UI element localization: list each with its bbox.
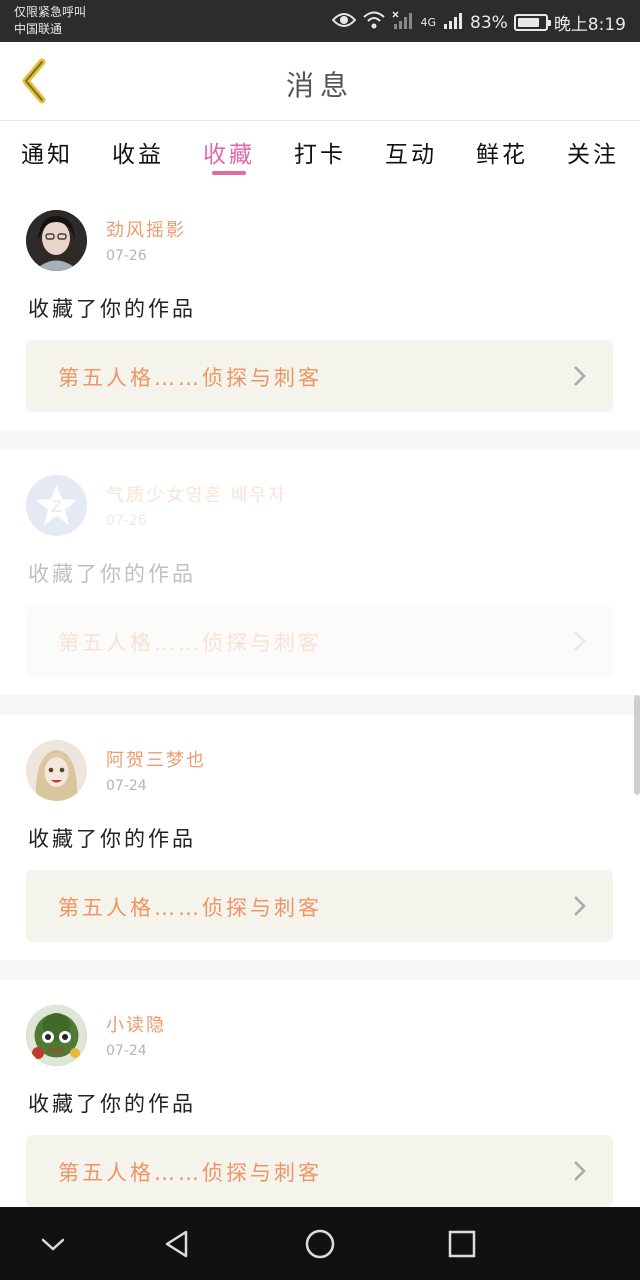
list-item: 阿贺三梦也 07-24 收藏了你的作品 第五人格……侦探与刺客 [0,715,640,960]
action-text: 收藏了你的作品 [28,1092,196,1116]
emergency-text: 仅限紧急呼叫 [14,5,87,19]
tab-interaction[interactable]: 互动 [376,121,446,185]
carrier-info: 仅限紧急呼叫 中国联通 [14,4,86,38]
action-text: 收藏了你的作品 [28,827,196,851]
app-header: 消息 [0,42,640,120]
favorites-list: 劲风摇影 07-26 收藏了你的作品 第五人格……侦探与刺客 Z 气质少女영혼 … [0,185,640,1225]
battery-icon [513,14,551,31]
work-card[interactable]: 第五人格……侦探与刺客 [26,870,613,942]
work-title: 第五人格……侦探与刺客 [58,1161,322,1185]
wifi-icon [362,11,386,34]
avatar[interactable] [26,210,87,271]
circle-home-icon [305,1229,335,1259]
work-card[interactable]: 第五人格……侦探与刺客 [26,1135,613,1207]
work-card[interactable]: 第五人格……侦探与刺客 [26,340,613,412]
separator [0,960,640,980]
triangle-back-icon [165,1230,188,1258]
work-title: 第五人格……侦探与刺客 [58,631,322,655]
chevron-down-icon [41,1238,65,1251]
avatar[interactable] [26,740,87,801]
action-text: 收藏了你的作品 [28,562,196,586]
chevron-right-icon [574,1161,586,1181]
network-type: 4G [420,16,437,29]
work-title: 第五人格……侦探与刺客 [58,896,322,920]
status-bar: 仅限紧急呼叫 中国联通 4G 83% 晚上8:19 [0,0,640,42]
date: 07-26 [106,248,147,264]
tab-favorites[interactable]: 收藏 [194,121,264,185]
username[interactable]: 劲风摇影 [106,216,186,242]
work-card[interactable]: 第五人格……侦探与刺客 [26,605,613,677]
square-recents-icon [448,1230,476,1258]
chevron-right-icon [574,366,586,386]
clock: 晚上8:19 [553,15,626,35]
list-item: Z 气质少女영혼 배우자 07-26 收藏了你的作品 第五人格……侦探与刺客 [0,450,640,695]
nav-back-button[interactable] [160,1227,194,1261]
page-title: 消息 [285,69,354,102]
tab-following[interactable]: 关注 [558,121,628,185]
tab-earnings[interactable]: 收益 [103,121,173,185]
tab-notifications[interactable]: 通知 [12,121,82,185]
list-item: 劲风摇影 07-26 收藏了你的作品 第五人格……侦探与刺客 [0,185,640,430]
separator [0,430,640,450]
username[interactable]: 阿贺三梦也 [106,746,206,772]
date: 07-24 [106,1043,147,1059]
svg-text:Z: Z [51,497,62,516]
date: 07-24 [106,778,147,794]
separator [0,695,640,715]
tab-checkin[interactable]: 打卡 [285,121,355,185]
signal-icon [442,11,464,34]
chevron-right-icon [574,631,586,651]
scrollbar[interactable] [634,695,640,795]
system-nav-bar [0,1207,640,1280]
collapse-button[interactable] [36,1227,70,1261]
list-item: 小读隐 07-24 收藏了你的作品 第五人格……侦探与刺客 [0,980,640,1225]
action-text: 收藏了你的作品 [28,297,196,321]
username[interactable]: 小读隐 [106,1011,166,1037]
work-title: 第五人格……侦探与刺客 [58,366,322,390]
avatar[interactable] [26,1005,87,1066]
carrier-name: 中国联通 [14,22,63,36]
battery-percent: 83% [470,12,508,33]
eye-icon [332,12,357,33]
status-icons: 4G 83% 晚上8:19 [332,10,626,35]
date: 07-26 [106,513,147,529]
avatar[interactable]: Z [26,475,87,536]
tab-bar: 通知 收益 收藏 打卡 互动 鲜花 关注 [0,121,640,185]
tab-flowers[interactable]: 鲜花 [467,121,537,185]
username[interactable]: 气质少女영혼 배우자 [106,481,287,507]
home-button[interactable] [303,1227,337,1261]
no-signal-icon [392,11,414,34]
chevron-right-icon [574,896,586,916]
recents-button[interactable] [445,1227,479,1261]
